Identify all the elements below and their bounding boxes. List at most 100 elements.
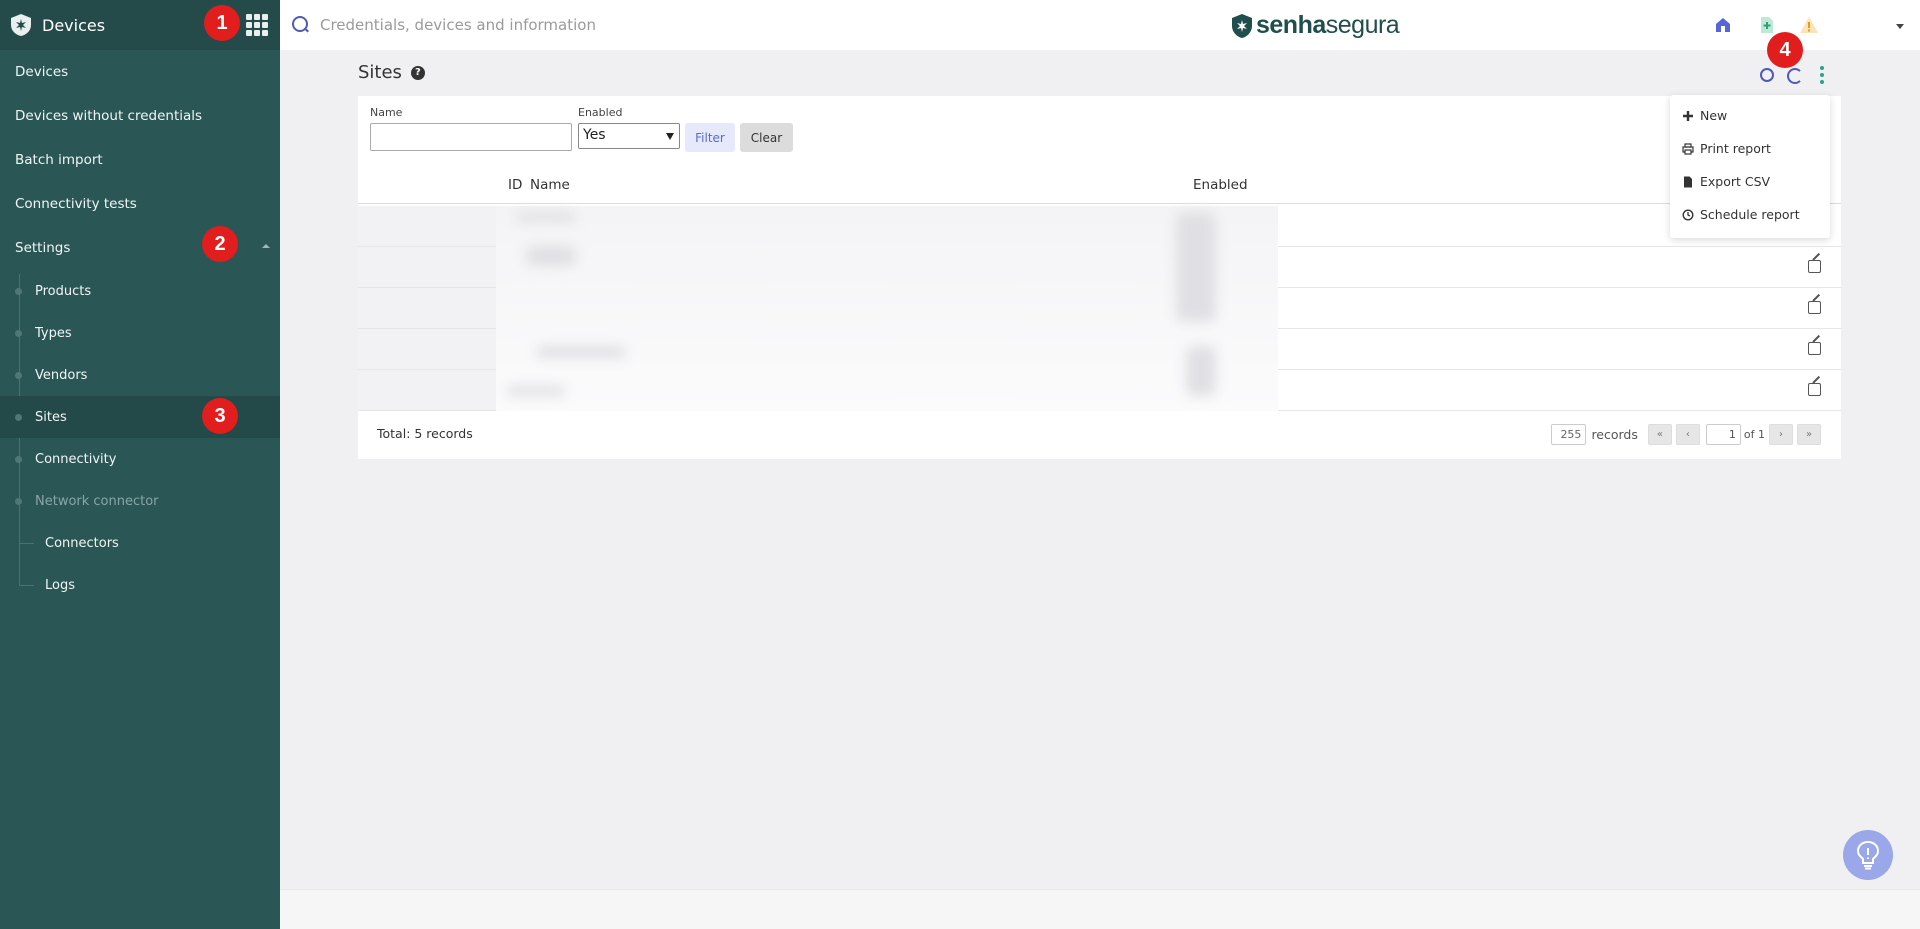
row-gutter (358, 206, 496, 246)
row-gutter (358, 247, 496, 287)
menu-item-label: Print report (1700, 141, 1771, 156)
sidebar-item-logs[interactable]: Logs (0, 564, 280, 606)
redaction-smudge (506, 386, 566, 396)
print-icon (1682, 142, 1694, 155)
table-header: ID Name Enabled (358, 166, 1841, 204)
actions-menu: New Print report Export CSV Schedule rep… (1670, 95, 1830, 238)
home-icon[interactable] (1713, 15, 1733, 35)
clock-icon (1682, 208, 1694, 221)
page-number-input[interactable]: 1 (1705, 424, 1741, 445)
column-header-id[interactable]: ID (508, 177, 522, 193)
sidebar-item-label: Sites (35, 409, 67, 425)
sidebar-item-label: Connectivity (35, 451, 117, 467)
lightbulb-icon (1856, 840, 1880, 870)
menu-item-schedule-report[interactable]: Schedule report (1670, 198, 1830, 231)
bullet-icon (15, 372, 22, 379)
redaction-smudge (526, 246, 576, 266)
name-filter-label: Name (370, 106, 403, 119)
per-page-input[interactable]: 255 (1551, 424, 1587, 445)
redaction-smudge (1186, 346, 1216, 396)
row-gutter (358, 329, 496, 369)
sidebar-item-settings[interactable]: Settings (0, 226, 280, 270)
edit-icon[interactable] (1808, 383, 1821, 396)
sidebar-item-label: Network connector (35, 493, 159, 509)
sidebar-item-sites[interactable]: Sites (0, 396, 280, 438)
page-title-text: Sites (358, 62, 402, 83)
total-records: Total: 5 records (377, 426, 473, 441)
column-header-enabled[interactable]: Enabled (1193, 177, 1248, 193)
footer-strip (280, 889, 1920, 929)
sidebar-item-label: Types (35, 325, 72, 341)
sidebar-item-connectivity[interactable]: Connectivity (0, 438, 280, 480)
settings-submenu: Products Types Vendors Sites Connectivit… (0, 270, 280, 606)
tree-branch (20, 585, 34, 586)
table-footer: Total: 5 records 255 records « ‹ 1 of 1 … (358, 415, 1841, 459)
redaction-smudge (516, 212, 576, 222)
bullet-icon (15, 288, 22, 295)
tree-branch (20, 543, 34, 544)
search-toggle-icon[interactable] (1760, 68, 1774, 82)
edit-icon[interactable] (1808, 342, 1821, 355)
redacted-table-content (496, 206, 1278, 411)
sidebar-item-vendors[interactable]: Vendors (0, 354, 280, 396)
brand-name-bold: senha (1256, 11, 1326, 39)
search-icon (292, 16, 310, 34)
row-gutter (358, 370, 496, 410)
help-icon[interactable]: ? (410, 65, 425, 80)
page-title: Sites ? (358, 62, 425, 83)
first-page-icon[interactable]: « (1647, 424, 1672, 445)
warning-icon[interactable] (1799, 15, 1819, 35)
sites-card: Name Enabled Yes Filter Clear ID Name En… (358, 96, 1841, 459)
brand-logo: senhasegura (1231, 11, 1400, 40)
annotation-badge-2: 2 (202, 226, 238, 262)
user-menu-caret-icon[interactable] (1896, 24, 1904, 29)
help-bulb-icon[interactable] (1843, 830, 1893, 880)
sidebar-item-label: Batch import (15, 152, 103, 168)
sidebar-item-label: Logs (45, 577, 75, 593)
annotation-badge-1: 1 (204, 5, 240, 41)
sidebar: Devices Devices Devices without credenti… (0, 0, 280, 929)
menu-item-label: Export CSV (1700, 174, 1771, 189)
redaction-smudge (536, 346, 626, 358)
shield-logo-icon (1232, 13, 1252, 38)
dropdown-arrow-icon (666, 133, 674, 140)
menu-item-new[interactable]: New (1670, 99, 1830, 132)
file-add-icon[interactable] (1757, 15, 1777, 35)
bullet-icon (15, 456, 22, 463)
page-count-label: of 1 (1743, 428, 1765, 441)
file-icon (1684, 176, 1692, 187)
clear-button[interactable]: Clear (740, 123, 793, 152)
enabled-filter-select[interactable]: Yes (578, 123, 680, 149)
last-page-icon[interactable]: » (1797, 424, 1821, 445)
apps-grid-icon[interactable] (246, 14, 268, 36)
sidebar-item-products[interactable]: Products (0, 270, 280, 312)
bullet-icon (15, 330, 22, 337)
sidebar-item-types[interactable]: Types (0, 312, 280, 354)
search-input[interactable] (320, 16, 920, 34)
enabled-filter-label: Enabled (578, 106, 623, 119)
plus-icon (1683, 110, 1693, 121)
menu-item-export-csv[interactable]: Export CSV (1670, 165, 1830, 198)
sidebar-item-label: Connectivity tests (15, 196, 137, 212)
shield-logo-icon (11, 14, 31, 36)
sidebar-item-connectivity-tests[interactable]: Connectivity tests (0, 182, 280, 226)
menu-item-label: Schedule report (1700, 207, 1800, 222)
sidebar-item-devices-without-credentials[interactable]: Devices without credentials (0, 94, 280, 138)
refresh-icon[interactable] (1787, 68, 1803, 84)
sidebar-item-connectors[interactable]: Connectors (0, 522, 280, 564)
filter-button[interactable]: Filter (685, 123, 735, 152)
topbar (280, 0, 1920, 50)
menu-item-print-report[interactable]: Print report (1670, 132, 1830, 165)
brand-name: senhasegura (1256, 11, 1400, 40)
column-header-name[interactable]: Name (530, 177, 570, 193)
sidebar-item-devices[interactable]: Devices (0, 50, 280, 94)
prev-page-icon[interactable]: ‹ (1675, 424, 1700, 445)
enabled-filter-value: Yes (583, 127, 606, 143)
name-filter-input[interactable] (370, 123, 572, 151)
next-page-icon[interactable]: › (1769, 424, 1793, 445)
sidebar-item-batch-import[interactable]: Batch import (0, 138, 280, 182)
edit-icon[interactable] (1808, 301, 1821, 314)
edit-icon[interactable] (1808, 260, 1821, 273)
more-vertical-icon[interactable] (1819, 66, 1825, 84)
sidebar-item-network-connector[interactable]: Network connector (0, 480, 280, 522)
